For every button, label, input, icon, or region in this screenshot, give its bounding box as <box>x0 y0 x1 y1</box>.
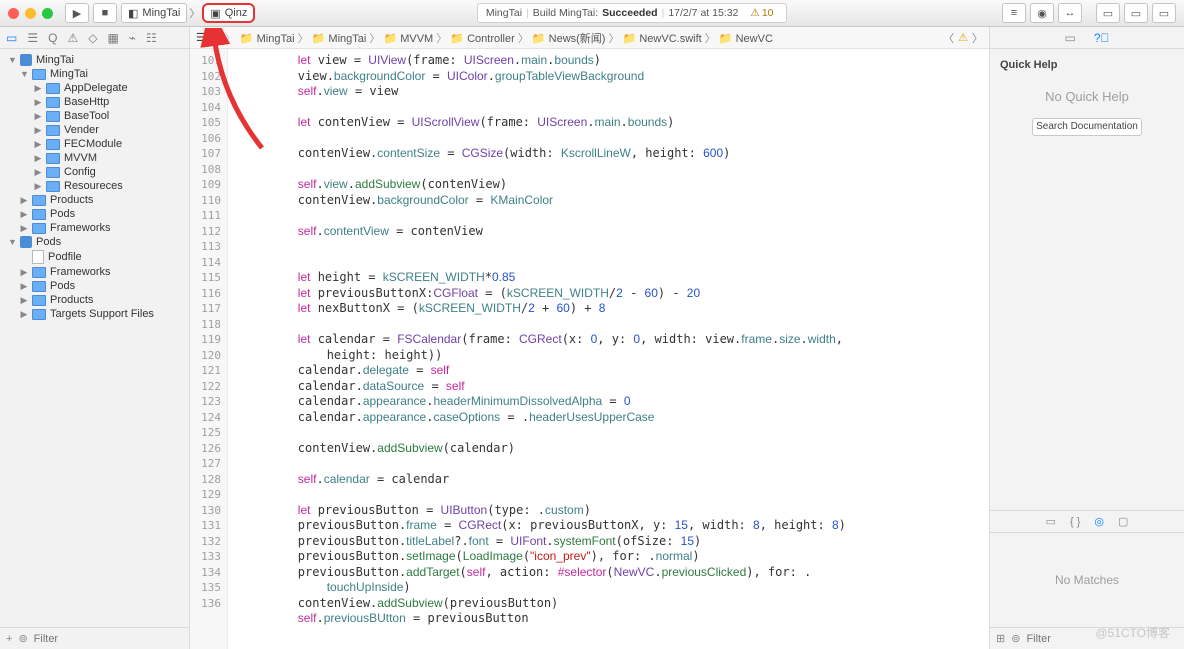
minimize-window-icon[interactable] <box>25 8 36 19</box>
tree-item[interactable]: ▼Pods <box>0 235 189 249</box>
debug-navigator-icon[interactable]: ▦ <box>107 31 118 45</box>
breadcrumb-item[interactable]: 📁 MingTai <box>240 33 295 45</box>
breadcrumb-item[interactable]: 📁 MVVM <box>383 33 433 45</box>
scheme-selector[interactable]: ◧MingTai 〉 ▣Qinz <box>121 3 255 23</box>
tree-item[interactable]: ▶Products <box>0 193 189 207</box>
status-time: 17/2/7 at 15:32 <box>668 7 738 19</box>
warnings-badge[interactable]: ⚠ 10 <box>746 7 777 19</box>
app-icon: ◧ <box>128 7 138 20</box>
tree-item[interactable]: ▶Pods <box>0 279 189 293</box>
issue-navigator-icon[interactable]: ⚠ <box>67 31 78 45</box>
window-controls <box>8 8 53 19</box>
tree-item[interactable]: ▶AppDelegate <box>0 81 189 95</box>
breadcrumb-item[interactable]: 📁 MingTai <box>312 33 367 45</box>
tree-item[interactable]: Podfile <box>0 249 189 265</box>
tree-item[interactable]: ▼MingTai <box>0 53 189 67</box>
toolbar: ▶ ■ ◧MingTai 〉 ▣Qinz MingTai | Build Min… <box>0 0 1184 27</box>
forward-button[interactable]: 〉 <box>225 30 236 46</box>
object-library-icon[interactable]: ◎ <box>1094 515 1104 528</box>
breadcrumb-item[interactable]: 📁 Controller <box>450 33 514 45</box>
tree-item[interactable]: ▶BaseTool <box>0 109 189 123</box>
tree-item[interactable]: ▶Config <box>0 165 189 179</box>
no-matches-label: No Matches <box>990 533 1184 627</box>
breadcrumb-item[interactable]: 📁 NewVC.swift <box>623 33 702 45</box>
breadcrumb-item[interactable]: 📁 NewVC <box>719 33 773 45</box>
navigator-filter-bar: + ⊚ <box>0 627 189 649</box>
related-items-icon[interactable]: ☰ <box>196 31 206 44</box>
watermark: @51CTO博客 <box>1095 624 1170 641</box>
activity-viewer: MingTai | Build MingTai: Succeeded | 17/… <box>265 3 998 23</box>
breakpoint-navigator-icon[interactable]: ⌁ <box>129 31 136 45</box>
navigator-selector: ▭ ☰ Q ⚠ ◇ ▦ ⌁ ☷ <box>0 27 189 49</box>
tree-item[interactable]: ▶Resoureces <box>0 179 189 193</box>
quick-help-inspector-icon[interactable]: ?⃝ <box>1094 31 1110 45</box>
file-inspector-icon[interactable]: ▭ <box>1064 31 1075 45</box>
issue-icon[interactable]: ⚠ <box>958 31 968 44</box>
tree-item[interactable]: ▶Frameworks <box>0 221 189 235</box>
stop-button[interactable]: ■ <box>93 3 117 23</box>
scheme-device-label: Qinz <box>225 7 248 19</box>
tree-item[interactable]: ▶Frameworks <box>0 265 189 279</box>
library-grid-icon[interactable]: ⊞ <box>996 632 1005 645</box>
search-documentation-button[interactable]: Search Documentation <box>1032 118 1142 136</box>
version-editor-button[interactable]: ↔ <box>1058 3 1082 23</box>
status-result: Succeeded <box>602 7 657 19</box>
quick-help-section: Quick Help No Quick Help Search Document… <box>990 49 1184 290</box>
symbol-navigator-icon[interactable]: ☰ <box>27 31 38 45</box>
utilities-panel: ▭ ?⃝ Quick Help No Quick Help Search Doc… <box>989 27 1184 649</box>
tree-item[interactable]: ▶BaseHttp <box>0 95 189 109</box>
tree-item[interactable]: ▶Vender <box>0 123 189 137</box>
tree-item[interactable]: ▶Products <box>0 293 189 307</box>
quick-help-title: Quick Help <box>1000 59 1174 71</box>
breadcrumb-item[interactable]: 📁 News(新闻) <box>532 33 606 45</box>
line-gutter[interactable]: 101 102 103 104 105 106 107 108 109 110 … <box>190 49 228 649</box>
project-navigator-icon[interactable]: ▭ <box>6 31 17 45</box>
no-quick-help-label: No Quick Help <box>1000 89 1174 104</box>
toggle-utilities-button[interactable]: ▭ <box>1152 3 1176 23</box>
jump-bar[interactable]: ☰ 〈 〉 📁 MingTai 〉 📁 MingTai 〉 📁 MVVM 〉 📁… <box>190 27 989 49</box>
assistant-editor-button[interactable]: ◉ <box>1030 3 1054 23</box>
add-icon[interactable]: + <box>6 633 12 645</box>
run-button[interactable]: ▶ <box>65 3 89 23</box>
device-icon: ▣ <box>210 7 220 20</box>
inspector-selector: ▭ ?⃝ <box>990 27 1184 49</box>
navigator-panel: ▭ ☰ Q ⚠ ◇ ▦ ⌁ ☷ ▼MingTai▼MingTai▶AppDele… <box>0 27 190 649</box>
tree-item[interactable]: ▶MVVM <box>0 151 189 165</box>
tree-item[interactable]: ▶FECModule <box>0 137 189 151</box>
project-tree[interactable]: ▼MingTai▼MingTai▶AppDelegate▶BaseHttp▶Ba… <box>0 49 189 627</box>
scheme-app-label: MingTai <box>142 7 180 19</box>
tree-item[interactable]: ▶Pods <box>0 207 189 221</box>
find-navigator-icon[interactable]: Q <box>48 31 57 45</box>
library-filter-icon[interactable]: ⊚ <box>1011 632 1020 645</box>
file-template-library-icon[interactable]: ▭ <box>1046 515 1056 528</box>
media-library-icon[interactable]: ▢ <box>1118 515 1128 528</box>
standard-editor-button[interactable]: ≡ <box>1002 3 1026 23</box>
tree-item[interactable]: ▶Targets Support Files <box>0 307 189 321</box>
code-snippet-library-icon[interactable]: { } <box>1070 516 1080 528</box>
status-project: MingTai <box>486 7 522 19</box>
report-navigator-icon[interactable]: ☷ <box>146 31 157 45</box>
source-editor[interactable]: let view = UIView(frame: UIScreen.main.b… <box>228 49 989 649</box>
tree-item[interactable]: ▼MingTai <box>0 67 189 81</box>
editor-area: ☰ 〈 〉 📁 MingTai 〉 📁 MingTai 〉 📁 MVVM 〉 📁… <box>190 27 989 649</box>
status-action: Build MingTai: <box>533 7 598 19</box>
prev-issue-icon[interactable]: 〈 <box>943 30 954 46</box>
next-issue-icon[interactable]: 〉 <box>972 30 983 46</box>
back-button[interactable]: 〈 <box>210 30 221 46</box>
filter-icon[interactable]: ⊚ <box>18 632 27 645</box>
close-window-icon[interactable] <box>8 8 19 19</box>
test-navigator-icon[interactable]: ◇ <box>88 31 97 45</box>
toggle-navigator-button[interactable]: ▭ <box>1096 3 1120 23</box>
toggle-debug-button[interactable]: ▭ <box>1124 3 1148 23</box>
zoom-window-icon[interactable] <box>42 8 53 19</box>
navigator-filter-input[interactable] <box>34 633 183 645</box>
